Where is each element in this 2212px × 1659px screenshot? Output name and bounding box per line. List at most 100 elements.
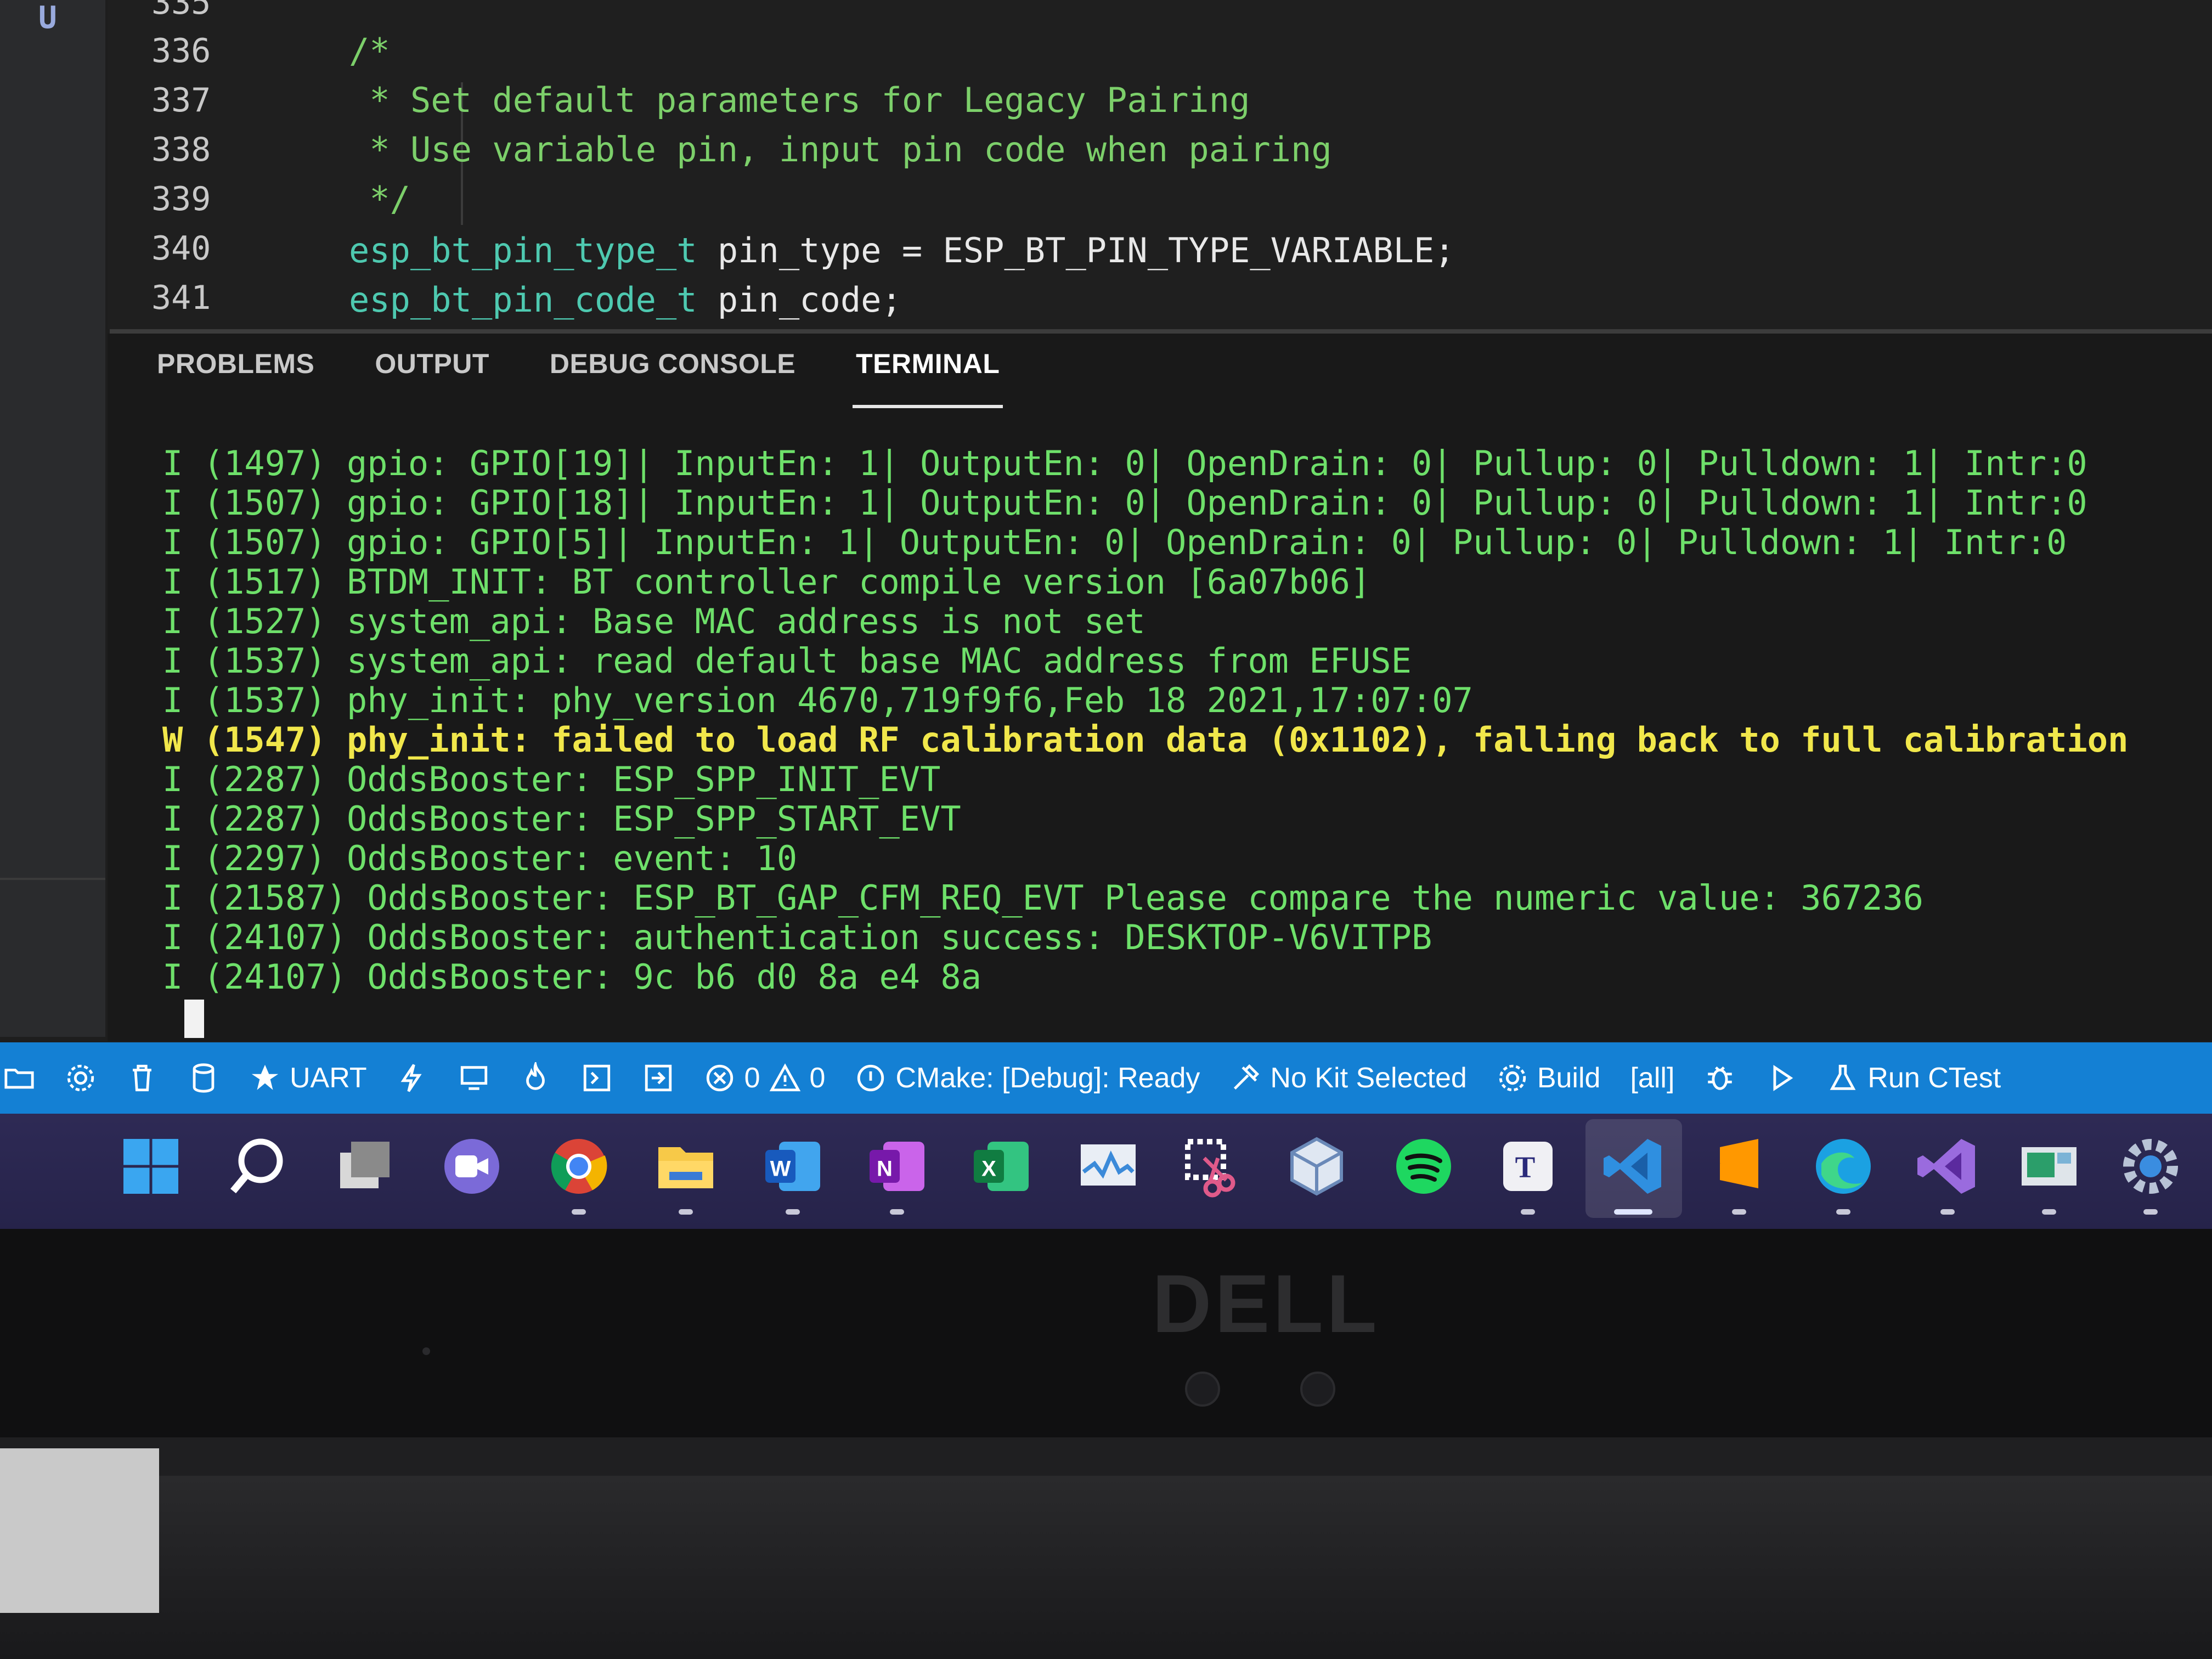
code-line[interactable]: /* xyxy=(349,31,2159,71)
code-editor[interactable]: 335 336 337 338 339 340 341 /* * Set def… xyxy=(108,0,2212,329)
visual-studio-icon[interactable] xyxy=(1915,1133,1980,1199)
terminal-line: I (24107) OddsBooster: authentication su… xyxy=(162,917,1432,957)
running-indicator xyxy=(1836,1209,1850,1215)
running-indicator xyxy=(1940,1209,1955,1215)
status-build-button[interactable]: Build xyxy=(1497,1062,1601,1094)
build-label: Build xyxy=(1537,1062,1601,1094)
status-monitor-button[interactable] xyxy=(458,1062,490,1094)
status-flash-button[interactable] xyxy=(397,1062,428,1094)
chrome-icon[interactable] xyxy=(546,1133,612,1199)
screen: U 335 336 337 338 339 340 341 /* * Set d… xyxy=(0,0,2212,1229)
gear-icon xyxy=(1499,1064,1526,1092)
webcam-lens xyxy=(1185,1372,1220,1407)
status-terminal-button[interactable] xyxy=(581,1062,613,1094)
tab-problems[interactable]: PROBLEMS xyxy=(157,348,314,408)
teams-chat-icon[interactable] xyxy=(439,1133,505,1199)
terminal-line: I (24107) OddsBooster: 9c b6 d0 8a e4 8a xyxy=(162,957,982,997)
dell-logo: DELL xyxy=(1152,1257,1380,1350)
activity-divider xyxy=(0,878,105,880)
ctest-label: Run CTest xyxy=(1867,1062,2001,1094)
status-build-flash-monitor-button[interactable] xyxy=(520,1062,551,1094)
terminal-prompt[interactable] xyxy=(162,996,2192,1038)
running-indicator xyxy=(1521,1209,1535,1215)
status-run-task-button[interactable] xyxy=(642,1062,674,1094)
terminal-line: I (2287) OddsBooster: ESP_SPP_START_EVT xyxy=(162,799,961,839)
snipping-tool-icon[interactable] xyxy=(1180,1133,1245,1199)
code-line[interactable]: esp_bt_pin_code_t pin_code; xyxy=(349,280,2159,320)
tab-output[interactable]: OUTPUT xyxy=(375,348,489,408)
terminal-app-icon[interactable] xyxy=(2016,1133,2082,1199)
terminal-line: I (1517) BTDM_INIT: BT controller compil… xyxy=(162,562,1371,602)
status-kit-button[interactable]: No Kit Selected xyxy=(1229,1062,1467,1094)
status-build-target[interactable]: [all] xyxy=(1630,1062,1674,1094)
word-icon[interactable]: W xyxy=(760,1133,826,1199)
database-icon xyxy=(193,1063,215,1093)
spotify-icon[interactable] xyxy=(1391,1133,1457,1199)
onenote-icon[interactable]: N xyxy=(864,1133,930,1199)
terminal-line: I (1527) system_api: Base MAC address is… xyxy=(162,601,1146,641)
settings-icon[interactable] xyxy=(2118,1133,2183,1199)
warning-count: 0 xyxy=(809,1062,826,1094)
search-icon[interactable] xyxy=(225,1133,291,1199)
trash-icon xyxy=(133,1064,151,1092)
code-line[interactable]: * Set default parameters for Legacy Pair… xyxy=(349,80,2159,120)
line-number: 341 xyxy=(151,279,211,317)
panel-tabs: PROBLEMS OUTPUT DEBUG CONSOLE TERMINAL xyxy=(157,348,1003,408)
activity-badge: U xyxy=(38,0,57,36)
status-folder-button[interactable] xyxy=(3,1062,35,1094)
excel-icon[interactable]: X xyxy=(968,1133,1034,1199)
bug-icon xyxy=(1708,1066,1733,1090)
folder-icon xyxy=(4,1069,34,1089)
terminal-line: I (21587) OddsBooster: ESP_BT_GAP_CFM_RE… xyxy=(162,878,1924,918)
monitor-icon xyxy=(460,1066,487,1090)
terminal-line: I (1507) gpio: GPIO[18]| InputEn: 1| Out… xyxy=(162,483,2087,523)
sublime-icon[interactable] xyxy=(1706,1133,1772,1199)
status-clean-button[interactable] xyxy=(126,1062,158,1094)
terminal-line: I (1537) phy_init: phy_version 4670,719f… xyxy=(162,680,1473,720)
terminal-warning-line: W (1547) phy_init: failed to load RF cal… xyxy=(162,720,2129,760)
task-view-icon[interactable] xyxy=(332,1133,398,1199)
laptop-hinge xyxy=(0,1437,2212,1476)
file-explorer-icon[interactable] xyxy=(653,1133,719,1199)
running-indicator xyxy=(786,1209,800,1215)
line-number: 340 xyxy=(151,229,211,268)
line-number: 338 xyxy=(151,131,211,169)
status-debug-button[interactable] xyxy=(1704,1062,1736,1094)
terminal-line: I (1537) system_api: read default base M… xyxy=(162,641,1412,681)
terminal-cursor xyxy=(184,999,204,1038)
terminal-line: I (2287) OddsBooster: ESP_SPP_INIT_EVT xyxy=(162,759,941,799)
edge-icon[interactable] xyxy=(1810,1133,1876,1199)
bottom-panel: PROBLEMS OUTPUT DEBUG CONSOLE TERMINAL I… xyxy=(108,334,2212,1208)
status-problems-button[interactable]: 00 xyxy=(704,1062,826,1094)
status-flash-device-button[interactable] xyxy=(188,1062,219,1094)
play-icon xyxy=(1773,1065,1793,1091)
info-icon xyxy=(857,1064,884,1092)
code-token: pin_type = ESP_BT_PIN_TYPE_VARIABLE; xyxy=(697,230,1455,270)
star-icon xyxy=(251,1064,279,1090)
error-count: 0 xyxy=(744,1062,760,1094)
terminal-line: I (2297) OddsBooster: event: 10 xyxy=(162,838,798,878)
run-box-icon xyxy=(645,1064,672,1092)
typora-icon[interactable]: T xyxy=(1495,1133,1561,1199)
status-uart-button[interactable]: UART xyxy=(249,1062,367,1094)
running-indicator xyxy=(572,1209,586,1215)
code-line[interactable]: */ xyxy=(349,179,2159,219)
virtualbox-icon[interactable] xyxy=(1284,1133,1350,1199)
code-line[interactable]: * Use variable pin, input pin code when … xyxy=(349,129,2159,170)
tab-terminal[interactable]: TERMINAL xyxy=(853,348,1003,408)
terminal-line: I (1507) gpio: GPIO[5]| InputEn: 1| Outp… xyxy=(162,522,2067,562)
status-config-button[interactable] xyxy=(65,1062,97,1094)
status-run-ctest-button[interactable]: Run CTest xyxy=(1827,1062,2001,1094)
panel-sash[interactable] xyxy=(110,329,2212,334)
tab-debug-console[interactable]: DEBUG CONSOLE xyxy=(550,348,795,408)
code-line[interactable]: esp_bt_pin_type_t pin_type = ESP_BT_PIN_… xyxy=(349,230,2159,270)
active-indicator xyxy=(1614,1209,1652,1215)
running-indicator xyxy=(890,1209,904,1215)
vscode-icon[interactable] xyxy=(1601,1133,1667,1199)
status-cmake-button[interactable]: CMake: [Debug]: Ready xyxy=(855,1062,1200,1094)
terminal-output[interactable]: I (1497) gpio: GPIO[19]| InputEn: 1| Out… xyxy=(162,443,2192,1038)
monitor-app-icon[interactable] xyxy=(1075,1133,1141,1199)
status-launch-button[interactable] xyxy=(1765,1062,1797,1094)
kit-label: No Kit Selected xyxy=(1270,1062,1467,1094)
windows-start-icon[interactable] xyxy=(118,1133,184,1199)
